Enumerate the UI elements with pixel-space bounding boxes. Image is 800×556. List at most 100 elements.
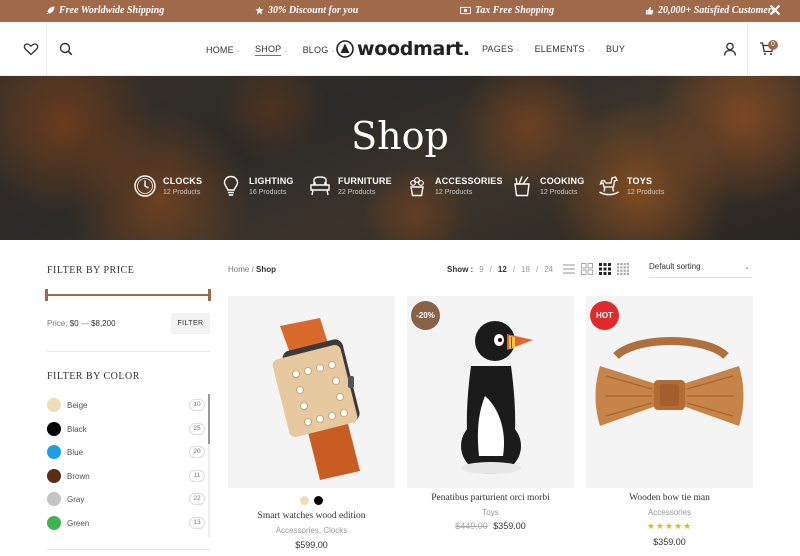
per-page-option-24[interactable]: 24 xyxy=(544,265,553,274)
search-icon[interactable] xyxy=(58,41,74,57)
topbar-item-shipping: Free Worldwide Shipping xyxy=(46,5,164,16)
main-nav-right: PAGES ⌄ ELEMENTS ⌄ BUY xyxy=(482,44,625,54)
product-categories[interactable]: Accessories, Clocks xyxy=(228,526,395,535)
nav-pages[interactable]: PAGES ⌄ xyxy=(482,44,521,54)
category-accessories[interactable]: ACCESSORIES 12 Products xyxy=(405,174,503,198)
price-min-value: $0 xyxy=(69,319,79,328)
color-swatch xyxy=(47,398,61,412)
cart-count-badge: 0 xyxy=(768,40,778,50)
price-range-slider[interactable] xyxy=(47,294,210,296)
grid-4-columns-icon[interactable] xyxy=(617,263,629,275)
category-lighting[interactable]: LIGHTING 16 Products xyxy=(219,174,294,198)
color-filter-green[interactable]: Green 13 xyxy=(47,516,205,532)
clock-icon xyxy=(134,175,156,197)
sidebar-divider xyxy=(47,549,210,550)
nav-label: SHOP xyxy=(255,44,282,56)
main-nav-left: HOME ⌄ SHOP ⌄ BLOG ⌄ xyxy=(206,44,336,56)
product-rating-stars: ★★★★★ xyxy=(646,521,693,531)
product-image[interactable] xyxy=(228,296,395,488)
nav-shop[interactable]: SHOP ⌄ xyxy=(255,44,289,56)
category-toys[interactable]: TOYS 12 Products xyxy=(597,174,664,198)
color-filter-beige[interactable]: Beige 10 xyxy=(47,398,205,414)
site-header: HOME ⌄ SHOP ⌄ BLOG ⌄ woodmart. PAGES ⌄ ELEME… xyxy=(0,22,800,76)
close-icon[interactable] xyxy=(769,3,781,17)
sort-select[interactable]: Default sorting ⌄ xyxy=(649,262,752,278)
money-icon xyxy=(460,6,471,15)
category-count: 16 Products xyxy=(249,189,287,196)
per-page-separator: / xyxy=(512,265,516,274)
color-name: Gray xyxy=(67,495,85,504)
product-categories[interactable]: Toys xyxy=(407,508,574,517)
price-slider-max-handle[interactable] xyxy=(208,289,211,301)
price-slider-min-handle[interactable] xyxy=(45,289,48,301)
page-title: Shop xyxy=(351,114,449,158)
per-page-option-12[interactable]: 12 xyxy=(498,265,507,274)
color-filter-gray[interactable]: Gray 22 xyxy=(47,492,205,508)
shop-hero-banner: Shop CLOCKS 12 Products LIGHTING 16 Produc… xyxy=(0,76,800,240)
product-color-swatch-beige[interactable] xyxy=(300,496,309,505)
per-page-option-18[interactable]: 18 xyxy=(521,265,530,274)
filter-button[interactable]: FILTER xyxy=(171,313,210,334)
price-range-separator: — xyxy=(80,319,89,328)
lightbulb-icon xyxy=(223,175,239,196)
nav-label: HOME xyxy=(206,45,234,55)
site-logo[interactable]: woodmart. xyxy=(336,38,470,60)
product-title[interactable]: Penatibus parturient orci morbi xyxy=(407,493,574,503)
logo-text: woodmart. xyxy=(357,38,470,60)
topbar-item-tax: Tax Free Shopping xyxy=(460,5,554,16)
category-clocks[interactable]: CLOCKS 12 Products xyxy=(133,174,202,198)
per-page-option-9[interactable]: 9 xyxy=(479,265,483,274)
nav-buy[interactable]: BUY xyxy=(606,44,625,54)
product-old-price: $449.00 xyxy=(455,521,488,531)
product-categories[interactable]: Accessories xyxy=(586,508,753,517)
product-price: $359.00 xyxy=(653,537,686,547)
color-name: Blue xyxy=(67,448,84,457)
topbar-item-text: Tax Free Shopping xyxy=(475,5,555,16)
category-name: COOKING xyxy=(540,176,585,186)
color-filter-title: FILTER BY COLOR xyxy=(47,371,140,382)
price-range-label: Price: $0 — $8,200 xyxy=(47,319,116,328)
grid-2-columns-icon[interactable] xyxy=(581,263,593,275)
scrollbar-thumb[interactable] xyxy=(208,394,210,444)
nav-label: ELEMENTS xyxy=(534,44,585,54)
product-title[interactable]: Smart watches wood edition xyxy=(228,511,395,521)
armchair-icon xyxy=(310,176,330,196)
color-filter-brown[interactable]: Brown 11 xyxy=(47,469,205,485)
color-list-scrollbar[interactable] xyxy=(208,394,210,537)
list-view-icon[interactable] xyxy=(563,263,575,275)
color-count: 25 xyxy=(189,423,205,435)
price-label-prefix: Price: xyxy=(47,319,68,328)
product-title[interactable]: Wooden bow tie man xyxy=(586,493,753,503)
discount-badge: -20% xyxy=(411,301,440,330)
topbar-item-text: Free Worldwide Shipping xyxy=(59,5,165,16)
wood-watch-image xyxy=(272,318,360,480)
chevron-down-icon: ⌄ xyxy=(283,47,289,54)
category-cooking[interactable]: COOKING 12 Products xyxy=(510,174,584,198)
user-account-icon[interactable] xyxy=(722,41,738,57)
category-name: FURNITURE xyxy=(338,176,392,186)
chevron-down-icon: ⌄ xyxy=(586,46,592,53)
nav-label: PAGES xyxy=(482,44,514,54)
category-count: 12 Products xyxy=(163,189,201,196)
nav-blog[interactable]: BLOG ⌄ xyxy=(303,44,336,56)
color-swatch xyxy=(47,492,61,506)
color-filter-black[interactable]: Black 25 xyxy=(47,422,205,438)
category-count: 22 Products xyxy=(338,189,376,196)
sidebar-divider xyxy=(47,351,210,352)
product-price: $599.00 xyxy=(295,540,328,550)
header-divider xyxy=(747,22,748,76)
color-name: Black xyxy=(67,425,87,434)
color-swatch xyxy=(47,516,61,530)
grid-3-columns-icon[interactable] xyxy=(599,263,611,275)
nav-elements[interactable]: ELEMENTS ⌄ xyxy=(535,44,592,54)
color-filter-blue[interactable]: Blue 20 xyxy=(47,445,205,461)
product-color-swatch-black[interactable] xyxy=(314,496,323,505)
category-name: ACCESSORIES xyxy=(435,176,503,186)
category-furniture[interactable]: FURNITURE 22 Products xyxy=(308,174,392,198)
rocket-icon xyxy=(46,6,55,15)
wishlist-heart-icon[interactable] xyxy=(23,41,39,57)
breadcrumb-separator: / xyxy=(251,265,254,274)
chevron-down-icon: ⌄ xyxy=(744,264,750,271)
nav-home[interactable]: HOME ⌄ xyxy=(206,44,241,56)
breadcrumb-home-link[interactable]: Home xyxy=(228,265,249,274)
